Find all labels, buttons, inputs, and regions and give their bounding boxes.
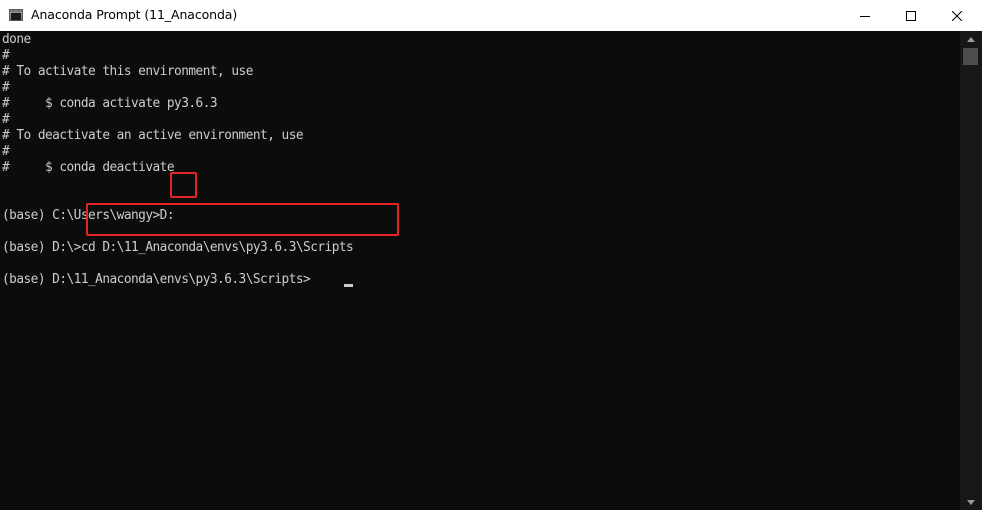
minimize-icon bbox=[860, 15, 870, 17]
console-line: # $ conda activate py3.6.3 bbox=[2, 96, 218, 111]
console-output[interactable]: done # # To activate this environment, u… bbox=[0, 31, 960, 510]
arrow-up-icon bbox=[967, 36, 975, 42]
console-line: # bbox=[2, 48, 10, 63]
title-bar[interactable]: Anaconda Prompt (11_Anaconda) bbox=[0, 0, 982, 31]
scroll-thumb[interactable] bbox=[963, 48, 978, 65]
close-icon bbox=[952, 10, 962, 21]
text-cursor bbox=[344, 284, 353, 287]
maximize-button[interactable] bbox=[888, 0, 934, 31]
scroll-up-button[interactable] bbox=[960, 31, 982, 47]
scroll-down-button[interactable] bbox=[960, 494, 982, 510]
console-window: Anaconda Prompt (11_Anaconda) done # # T… bbox=[0, 0, 982, 510]
console-line: # bbox=[2, 112, 10, 127]
console-line: # $ conda deactivate bbox=[2, 160, 175, 175]
highlight-box-drive-command bbox=[170, 172, 197, 198]
vertical-scrollbar[interactable] bbox=[960, 31, 982, 510]
console-line: (base) D:\>cd D:\11_Anaconda\envs\py3.6.… bbox=[2, 240, 354, 255]
close-button[interactable] bbox=[934, 0, 980, 31]
console-prompt-line: (base) D:\11_Anaconda\envs\py3.6.3\Scrip… bbox=[2, 272, 311, 287]
minimize-button[interactable] bbox=[842, 0, 888, 31]
maximize-icon bbox=[906, 10, 916, 21]
console-line: # bbox=[2, 144, 10, 159]
window-title: Anaconda Prompt (11_Anaconda) bbox=[31, 7, 238, 22]
console-line: # To activate this environment, use bbox=[2, 64, 253, 79]
arrow-down-icon bbox=[967, 499, 975, 505]
highlight-box-cd-command bbox=[86, 203, 399, 236]
console-line: done bbox=[2, 32, 31, 47]
console-line: # To deactivate an active environment, u… bbox=[2, 128, 304, 143]
console-line: # bbox=[2, 80, 10, 95]
console-app-icon bbox=[9, 9, 23, 21]
